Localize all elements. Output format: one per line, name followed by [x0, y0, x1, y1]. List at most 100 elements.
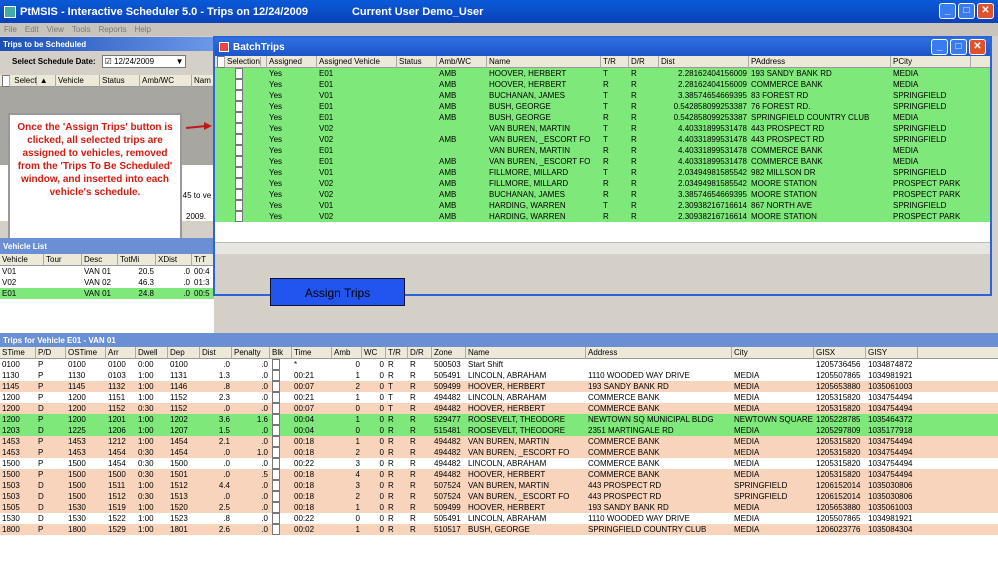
tfv-col-5[interactable]: Dep	[168, 346, 200, 359]
blk-checkbox[interactable]	[272, 469, 280, 480]
menu-tools[interactable]: Tools	[72, 25, 91, 34]
batch-row[interactable]: Yes E01 AMB BUSH, GEORGE T R 0.542858099253387…	[215, 101, 990, 112]
selection-checkbox[interactable]	[235, 112, 243, 123]
col-select[interactable]: Select ▲	[0, 74, 56, 87]
batch-row[interactable]: Yes E01 AMB HOOVER, HERBERT T R 2.281624041560…	[215, 68, 990, 79]
chevron-down-icon[interactable]: ▼	[175, 57, 185, 66]
menu-file[interactable]: File	[4, 25, 17, 34]
tfv-row[interactable]: 1200 D 1200 1152 0:30 1152.0.0 00:07 0 0 T R 494482…	[0, 403, 998, 414]
tfv-col-8[interactable]: Blk	[270, 346, 292, 359]
minimize-icon[interactable]: _	[939, 3, 956, 19]
blk-checkbox[interactable]	[272, 392, 280, 403]
selection-checkbox[interactable]	[235, 145, 243, 156]
tfv-row[interactable]: 0100 P 0100 0100 0:00 0100.0.0 * 0 0 R R 500503 Star…	[0, 359, 998, 370]
batch-col-3[interactable]: Status	[397, 55, 437, 68]
col-tour[interactable]: Tour	[44, 253, 82, 266]
batch-col-8[interactable]: Dist	[659, 55, 749, 68]
batch-row[interactable]: Yes E01 AMB VAN BUREN, _ESCORT FO R R 4.403318…	[215, 156, 990, 167]
tfv-col-16[interactable]: Address	[586, 346, 732, 359]
tfv-col-2[interactable]: OSTime	[66, 346, 106, 359]
maximize-icon[interactable]: □	[958, 3, 975, 19]
close-icon[interactable]: ✕	[969, 39, 986, 55]
tfv-col-0[interactable]: STime	[0, 346, 36, 359]
batch-row[interactable]: Yes E01 AMB HOOVER, HERBERT R R 2.281624041560…	[215, 79, 990, 90]
tfv-col-13[interactable]: D/R	[408, 346, 432, 359]
tfv-col-17[interactable]: City	[732, 346, 814, 359]
tfv-row[interactable]: 1200 P 1200 1201 1:00 1202 3.6 1.6 00:04 1 0 R R 5294…	[0, 414, 998, 425]
batch-row[interactable]: Yes E01 AMB BUSH, GEORGE R R 0.542858099253387…	[215, 112, 990, 123]
batch-col-0[interactable]: Selection	[215, 55, 267, 68]
vehicle-row[interactable]: E01 VAN 01 24.8 .0 00:5	[0, 288, 214, 299]
tfv-col-9[interactable]: Time	[292, 346, 332, 359]
tfv-col-6[interactable]: Dist	[200, 346, 232, 359]
selection-checkbox[interactable]	[235, 134, 243, 145]
selection-checkbox[interactable]	[235, 189, 243, 200]
blk-checkbox[interactable]	[272, 403, 280, 414]
tfv-col-18[interactable]: GISX	[814, 346, 866, 359]
batch-col-1[interactable]: Assigned	[267, 55, 317, 68]
menu-reports[interactable]: Reports	[99, 25, 127, 34]
tfv-row[interactable]: 1503 D 1500 1511 1:00 1512 4.4.0 00:18 3 0 R R 50752…	[0, 480, 998, 491]
tfv-row[interactable]: 1145 P 1145 1132 1:00 1146 .8 .0 00:07 2 0 T R 509499…	[0, 381, 998, 392]
batch-row[interactable]: Yes V01 AMB FILLMORE, MILLARD T R 2.0349498158…	[215, 167, 990, 178]
tfv-col-3[interactable]: Arr	[106, 346, 136, 359]
tfv-col-7[interactable]: Penalty	[232, 346, 270, 359]
blk-checkbox[interactable]	[272, 513, 280, 524]
tfv-row[interactable]: 1530 D 1530 1522 1:00 1523.8.0 00:22 0 0 R R 505491…	[0, 513, 998, 524]
batch-row[interactable]: Yes V02 AMB VAN BUREN, _ESCORT FO T R 4.403318…	[215, 134, 990, 145]
blk-checkbox[interactable]	[272, 524, 280, 535]
selection-checkbox[interactable]	[235, 156, 243, 167]
batch-col-10[interactable]: PCity	[891, 55, 971, 68]
menu-help[interactable]: Help	[135, 25, 151, 34]
minimize-icon[interactable]: _	[931, 39, 948, 55]
batch-col-6[interactable]: T/R	[601, 55, 629, 68]
tfv-row[interactable]: 1505 D 1530 1519 1:00 1520 2.5.0 00:18 1 0 R R 50949…	[0, 502, 998, 513]
blk-checkbox[interactable]	[272, 370, 280, 381]
tfv-col-11[interactable]: WC	[362, 346, 386, 359]
batch-row[interactable]: Yes V02 AMB BUCHANAN, JAMES R R 3.385746546693…	[215, 189, 990, 200]
tfv-col-14[interactable]: Zone	[432, 346, 466, 359]
batch-col-4[interactable]: Amb/WC	[437, 55, 487, 68]
assign-trips-button[interactable]: Assign Trips	[270, 278, 405, 306]
maximize-icon[interactable]: □	[950, 39, 967, 55]
col-vehicle[interactable]: Vehicle	[0, 253, 44, 266]
selection-checkbox[interactable]	[235, 68, 243, 79]
col-desc[interactable]: Desc	[82, 253, 118, 266]
blk-checkbox[interactable]	[272, 381, 280, 392]
selection-checkbox[interactable]	[235, 211, 243, 222]
blk-checkbox[interactable]	[272, 491, 280, 502]
menu-view[interactable]: View	[47, 25, 64, 34]
vehicle-row[interactable]: V01 VAN 01 20.5 .0 00:4	[0, 266, 214, 277]
col-ambwc[interactable]: Amb/WC	[140, 74, 192, 87]
blk-checkbox[interactable]	[272, 502, 280, 513]
tfv-col-4[interactable]: Dwell	[136, 346, 168, 359]
tfv-col-12[interactable]: T/R	[386, 346, 408, 359]
tfv-row[interactable]: 1453 P 1453 1454 0:30 1454.0 1.0 00:18 2 0 R R 49448…	[0, 447, 998, 458]
batch-col-9[interactable]: PAddress	[749, 55, 891, 68]
batch-row[interactable]: Yes V02 AMB HARDING, WARREN R R 2.309382167166…	[215, 211, 990, 222]
blk-checkbox[interactable]	[272, 458, 280, 469]
batch-row[interactable]: Yes V01 AMB BUCHANAN, JAMES T R 3.385746546693…	[215, 90, 990, 101]
selection-checkbox[interactable]	[235, 123, 243, 134]
tfv-row[interactable]: 1130 P 1130 0103 1:00 1131 1.3.0 00:21 1 0 R R 50549…	[0, 370, 998, 381]
schedule-date-picker[interactable]: ☑ 12/24/2009 ▼	[101, 54, 186, 68]
tfv-row[interactable]: 1500 P 1500 1500 0:30 1501.0.5 00:18 4 0 R R 494482…	[0, 469, 998, 480]
tfv-col-19[interactable]: GISY	[866, 346, 918, 359]
col-status[interactable]: Status	[100, 74, 140, 87]
horizontal-scrollbar[interactable]	[215, 242, 990, 254]
blk-checkbox[interactable]	[272, 359, 280, 370]
selection-checkbox[interactable]	[235, 79, 243, 90]
selection-checkbox[interactable]	[235, 178, 243, 189]
selection-checkbox[interactable]	[235, 200, 243, 211]
blk-checkbox[interactable]	[272, 480, 280, 491]
tfv-row[interactable]: 1203 D 1225 1206 1:00 1207 1.5.0 00:04 0 0 R R 51548…	[0, 425, 998, 436]
menu-edit[interactable]: Edit	[25, 25, 39, 34]
batch-row[interactable]: Yes V02 AMB FILLMORE, MILLARD R R 2.0349498158…	[215, 178, 990, 189]
tfv-row[interactable]: 1200 P 1200 1151 1:00 1152 2.3 .0 00:21 1 0 T R 49448…	[0, 392, 998, 403]
blk-checkbox[interactable]	[272, 414, 280, 425]
col-name[interactable]: Nam	[192, 74, 214, 87]
tfv-row[interactable]: 1800 P 1800 1529 1:00 1801 2.6.0 00:02 1 0 R R 51051…	[0, 524, 998, 535]
selection-checkbox[interactable]	[235, 101, 243, 112]
close-icon[interactable]: ✕	[977, 3, 994, 19]
tfv-col-15[interactable]: Name	[466, 346, 586, 359]
